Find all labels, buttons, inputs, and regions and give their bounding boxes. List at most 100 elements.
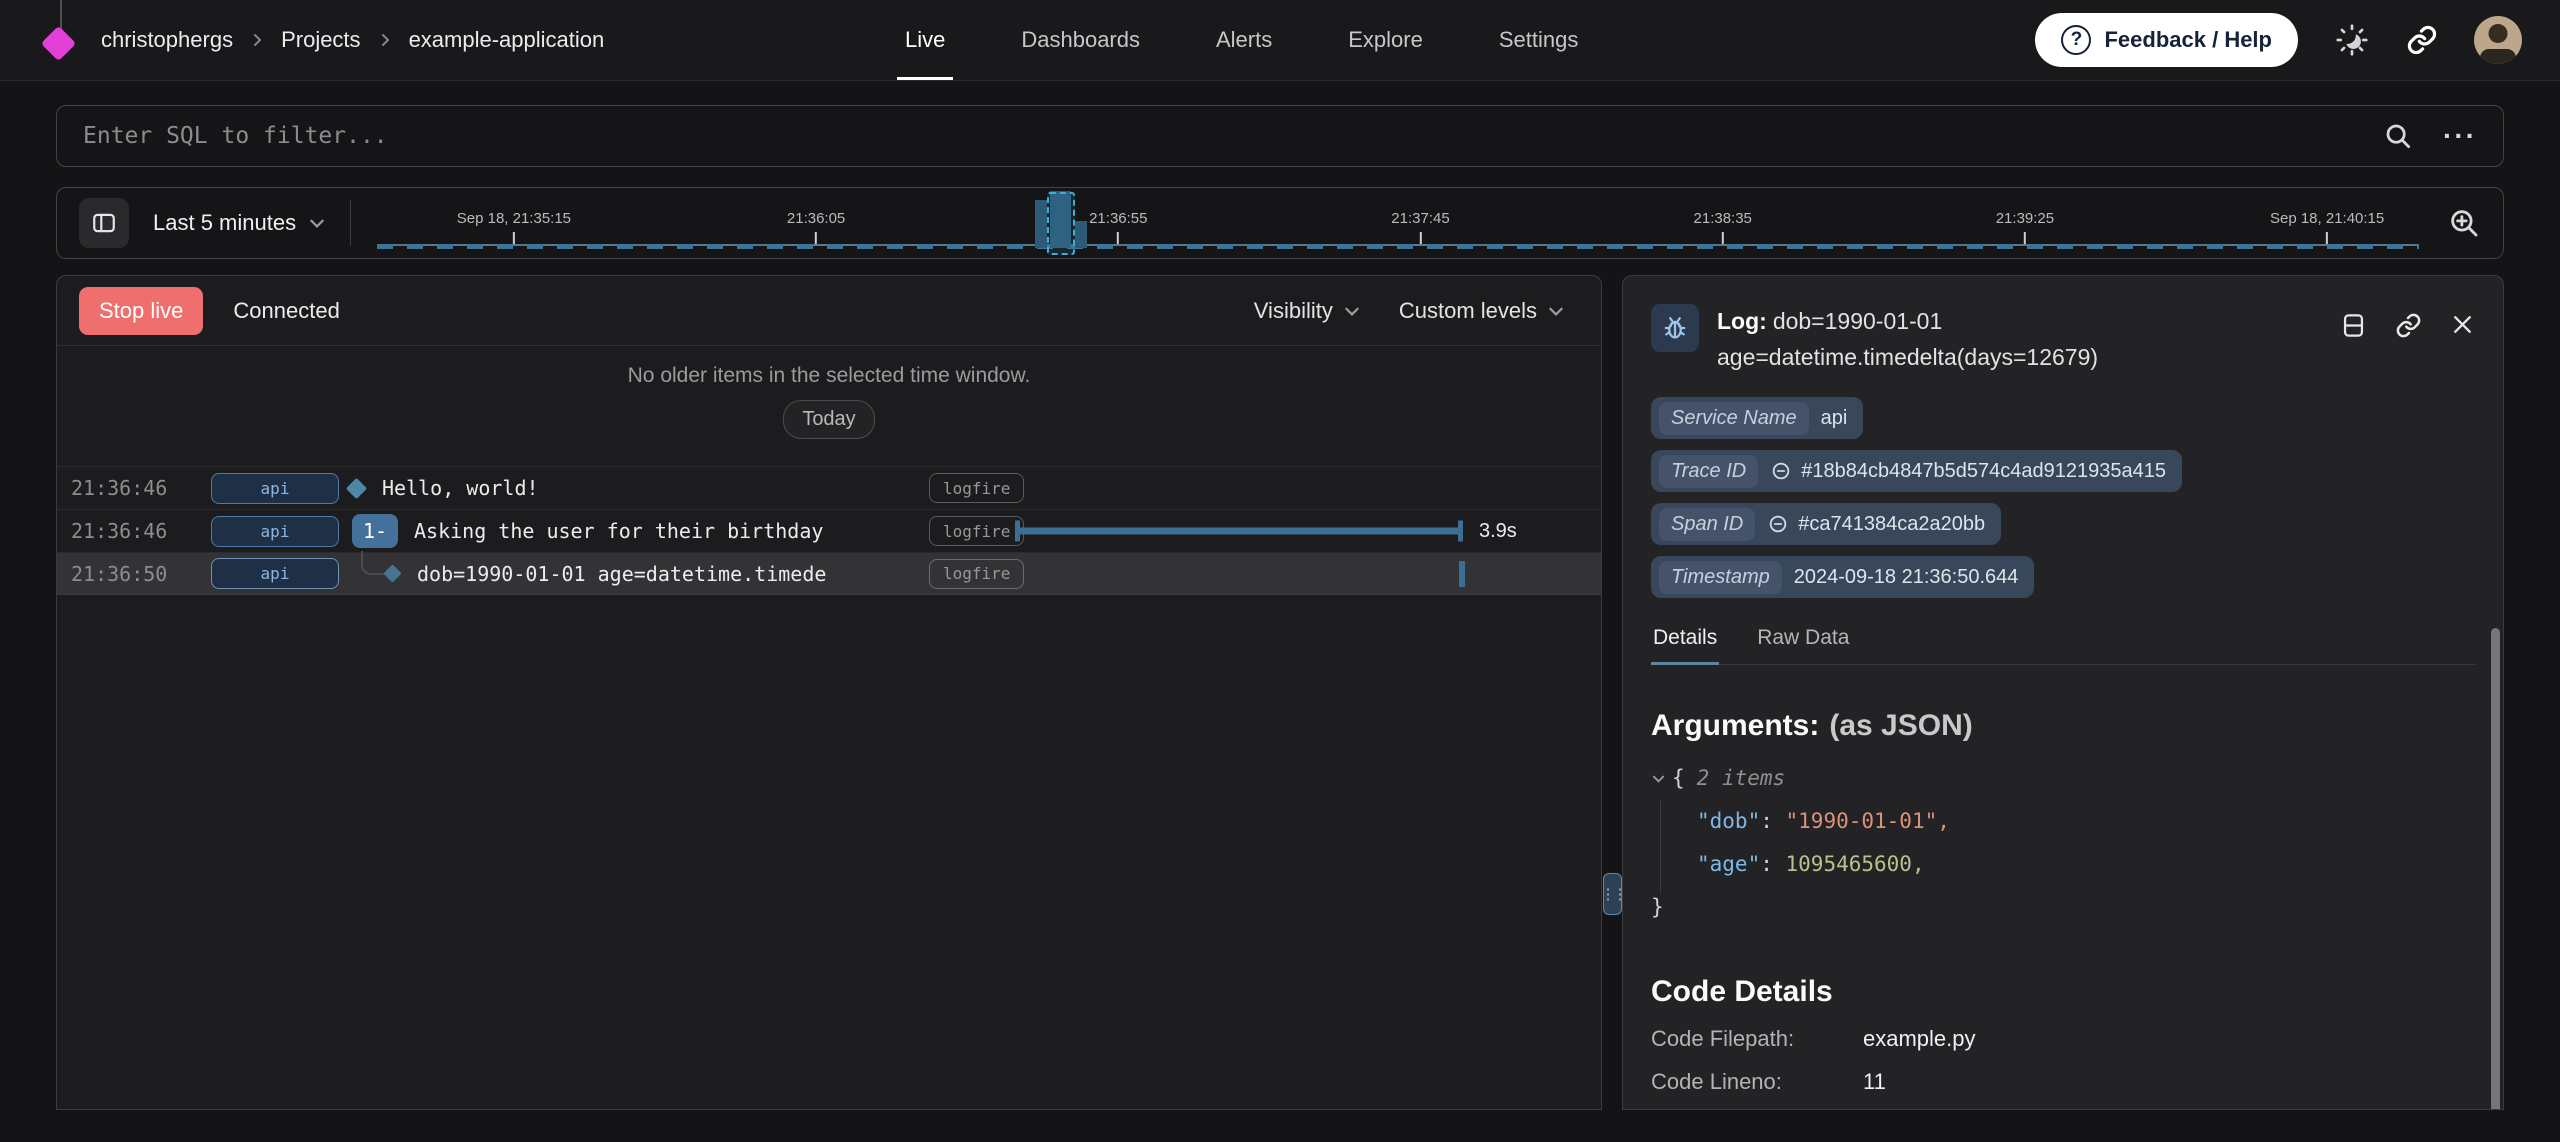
timeline-tick: 21:39:25 bbox=[1996, 210, 2054, 244]
code-lineno-value: 11 bbox=[1863, 1069, 1886, 1094]
feedback-help-button[interactable]: ? Feedback / Help bbox=[2035, 13, 2298, 67]
timestamp-value: 2024-09-18 21:36:50.644 bbox=[1794, 566, 2019, 589]
share-link-icon[interactable] bbox=[2406, 24, 2438, 56]
breadcrumb-project[interactable]: example-application bbox=[409, 27, 605, 53]
span-time-tick bbox=[1459, 561, 1465, 587]
tab-explore[interactable]: Explore bbox=[1348, 0, 1423, 80]
main-nav: Live Dashboards Alerts Explore Settings bbox=[905, 0, 1578, 80]
json-close-line: } bbox=[1651, 886, 2475, 929]
service-badge[interactable]: api bbox=[211, 473, 339, 504]
empty-window-message: No older items in the selected time wind… bbox=[57, 364, 1601, 388]
connection-status: Connected bbox=[233, 298, 339, 324]
time-range-dropdown[interactable]: Last 5 minutes bbox=[153, 210, 326, 236]
tab-dashboards[interactable]: Dashboards bbox=[1021, 0, 1140, 80]
breadcrumb-account[interactable]: christophergs bbox=[101, 27, 233, 53]
log-diamond-icon bbox=[346, 477, 367, 498]
attribute-chips: Service Name api Trace ID #18b84cb4847b5… bbox=[1651, 397, 2475, 598]
logfire-tag[interactable]: logfire bbox=[929, 473, 1024, 503]
chevron-down-icon bbox=[308, 214, 326, 232]
histogram-bar bbox=[1075, 221, 1087, 248]
log-row-selected[interactable]: 21:36:50 api dob=1990-01-01 age=datetime… bbox=[57, 552, 1601, 595]
breadcrumb: christophergs Projects example-applicati… bbox=[101, 27, 604, 53]
timeline-activity-dashes bbox=[377, 244, 2419, 249]
live-view-header: Stop live Connected Visibility Custom le… bbox=[57, 276, 1601, 346]
log-level-bug-icon bbox=[1651, 304, 1699, 352]
search-icon[interactable] bbox=[2383, 121, 2413, 151]
logfire-logo-icon[interactable] bbox=[41, 25, 76, 60]
main-area: Stop live Connected Visibility Custom le… bbox=[56, 275, 2504, 1110]
detail-panel: Log:dob=1990-01-01 age=datetime.timedelt… bbox=[1622, 275, 2504, 1110]
trace-id-chip[interactable]: Trace ID #18b84cb4847b5d574c4ad9121935a4… bbox=[1651, 450, 2182, 492]
log-row[interactable]: 21:36:46 api Hello, world! logfire bbox=[57, 466, 1601, 509]
help-icon: ? bbox=[2061, 25, 2091, 55]
timeline-track[interactable]: Sep 18, 21:35:15 21:36:05 21:36:55 21:37… bbox=[377, 188, 2419, 258]
today-button[interactable]: Today bbox=[783, 400, 874, 439]
chevron-right-icon bbox=[249, 32, 265, 48]
scrollbar-thumb[interactable] bbox=[2491, 628, 2500, 1110]
json-items-count: 2 items bbox=[1697, 757, 1786, 800]
histogram-bar bbox=[1035, 200, 1047, 248]
timeline-tick: 21:37:45 bbox=[1391, 210, 1449, 244]
detail-title-text: dob=1990-01-01 age=datetime.timedelta(da… bbox=[1717, 308, 2098, 370]
timestamp-chip[interactable]: Timestamp 2024-09-18 21:36:50.644 bbox=[1651, 556, 2034, 598]
user-avatar[interactable] bbox=[2474, 16, 2522, 64]
arguments-json-viewer: { 2 items "dob": "1990-01-01", "age": 10… bbox=[1651, 757, 2475, 929]
code-filepath-value: example.py bbox=[1863, 1026, 1976, 1051]
timeline-tick: 21:38:35 bbox=[1694, 210, 1752, 244]
code-details-heading: Code Details bbox=[1651, 975, 2475, 1009]
json-indent-guide bbox=[1660, 801, 1661, 893]
detail-title: Log:dob=1990-01-01 age=datetime.timedelt… bbox=[1717, 304, 2147, 375]
service-badge[interactable]: api bbox=[211, 516, 339, 547]
link-icon bbox=[1770, 460, 1792, 482]
time-range-label: Last 5 minutes bbox=[153, 210, 296, 236]
log-time: 21:36:46 bbox=[71, 519, 211, 543]
timeline-tick: 21:36:05 bbox=[787, 210, 845, 244]
tab-alerts[interactable]: Alerts bbox=[1216, 0, 1272, 80]
chevron-down-icon bbox=[1547, 302, 1565, 320]
stop-live-button[interactable]: Stop live bbox=[79, 287, 203, 335]
tab-live[interactable]: Live bbox=[905, 0, 945, 80]
tab-raw-data[interactable]: Raw Data bbox=[1755, 626, 1851, 664]
close-icon[interactable] bbox=[2450, 312, 2475, 375]
logfire-tag[interactable]: logfire bbox=[929, 516, 1024, 546]
collapse-toggle[interactable]: 1- bbox=[352, 514, 398, 548]
log-message: dob=1990-01-01 age=datetime.timede bbox=[417, 562, 826, 586]
copy-link-icon[interactable] bbox=[2395, 312, 2422, 375]
sql-filter-input[interactable] bbox=[83, 123, 2383, 149]
custom-levels-dropdown[interactable]: Custom levels bbox=[1399, 298, 1565, 324]
avatar-head bbox=[2489, 24, 2508, 43]
service-name-chip[interactable]: Service Name api bbox=[1651, 397, 1863, 439]
collapse-chevron-icon[interactable] bbox=[1651, 771, 1666, 786]
logo-stem bbox=[60, 0, 62, 30]
topbar-actions: ? Feedback / Help bbox=[2035, 13, 2522, 67]
divider bbox=[350, 200, 351, 246]
live-view-panel: Stop live Connected Visibility Custom le… bbox=[56, 275, 1602, 1110]
sidebar-toggle-button[interactable] bbox=[79, 198, 129, 248]
empty-window-notice: No older items in the selected time wind… bbox=[57, 346, 1601, 466]
span-id-chip[interactable]: Span ID #ca741384ca2a20bb bbox=[1651, 503, 2001, 545]
avatar-body bbox=[2480, 49, 2516, 64]
json-entry-age: "age": 1095465600, bbox=[1651, 843, 2475, 886]
log-row[interactable]: 21:36:46 api 1- Asking the user for thei… bbox=[57, 509, 1601, 552]
sql-filter-bar: ··· bbox=[56, 105, 2504, 167]
theme-toggle-icon[interactable] bbox=[2334, 22, 2370, 58]
visibility-dropdown[interactable]: Visibility bbox=[1254, 298, 1361, 324]
tab-details[interactable]: Details bbox=[1651, 626, 1719, 664]
service-name-value: api bbox=[1821, 407, 1848, 430]
timeline-tick: Sep 18, 21:40:15 bbox=[2270, 210, 2384, 244]
timeline-tick: 21:36:55 bbox=[1089, 210, 1147, 244]
detail-header: Log:dob=1990-01-01 age=datetime.timedelt… bbox=[1651, 304, 2475, 375]
split-view-icon[interactable] bbox=[2340, 312, 2367, 375]
code-lineno-row: Code Lineno:11 bbox=[1651, 1069, 2475, 1095]
tab-settings[interactable]: Settings bbox=[1499, 0, 1579, 80]
service-badge[interactable]: api bbox=[211, 558, 339, 589]
panel-resize-handle[interactable]: ⋮⋮ bbox=[1603, 873, 1622, 915]
span-duration-label: 3.9s bbox=[1479, 520, 1517, 543]
logfire-tag[interactable]: logfire bbox=[929, 559, 1024, 589]
timeline-tick: Sep 18, 21:35:15 bbox=[457, 210, 571, 244]
live-view-filters: Visibility Custom levels bbox=[1254, 298, 1565, 324]
breadcrumb-projects[interactable]: Projects bbox=[281, 27, 360, 53]
more-options-icon[interactable]: ··· bbox=[2443, 122, 2477, 150]
zoom-in-icon[interactable] bbox=[2447, 206, 2481, 240]
timeline-selection[interactable] bbox=[1047, 192, 1075, 255]
